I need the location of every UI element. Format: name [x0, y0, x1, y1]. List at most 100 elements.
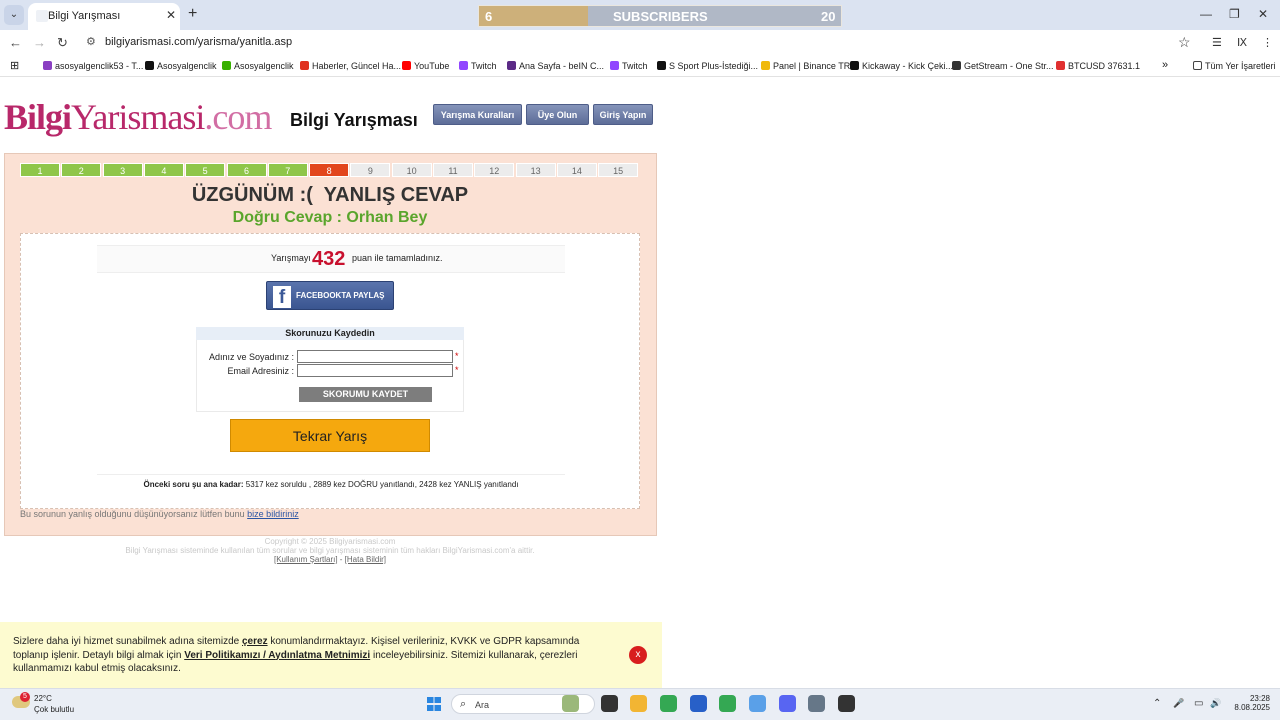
- bookmark-favicon-icon: [610, 61, 619, 70]
- bookmark-item[interactable]: GetStream - One Str...: [952, 61, 1054, 71]
- result-heading: ÜZGÜNÜM :( YANLIŞ CEVAP: [191, 184, 469, 206]
- bookmark-item[interactable]: YouTube: [402, 61, 449, 71]
- tab-close-icon[interactable]: ✕: [166, 8, 176, 22]
- widgets-icon[interactable]: [562, 695, 579, 712]
- bookmark-favicon-icon: [1056, 61, 1065, 70]
- obs-icon[interactable]: [838, 695, 855, 712]
- question-step-4: 4: [143, 163, 184, 177]
- email-required-mark: *: [455, 365, 459, 375]
- bookmark-item[interactable]: Twitch: [459, 61, 497, 71]
- bookmark-favicon-icon: [222, 61, 231, 70]
- error-report-link[interactable]: [Hata Bildir]: [345, 555, 386, 564]
- browser-menu-icon[interactable]: ⋮: [1262, 36, 1273, 49]
- discord-icon[interactable]: [779, 695, 796, 712]
- forward-icon[interactable]: →: [33, 35, 46, 50]
- tray-overflow-icon[interactable]: ⌃: [1153, 698, 1161, 709]
- bookmark-item[interactable]: Asosyalgenclik: [222, 61, 294, 71]
- question-step-5: 5: [185, 163, 226, 177]
- bookmark-item[interactable]: asosyalgenclik53 - T...: [43, 61, 143, 71]
- bookmark-favicon-icon: [657, 61, 666, 70]
- tab-list-icon[interactable]: ☰: [1212, 36, 1222, 49]
- bookmark-item[interactable]: S Sport Plus-İstediği...: [657, 61, 758, 71]
- settings-icon[interactable]: [808, 695, 825, 712]
- site-info-icon[interactable]: ⚙: [86, 35, 96, 48]
- stats-label: Önceki soru şu ana kadar:: [143, 480, 244, 489]
- cookie-banner: Sizlere daha iyi hizmet sunabilmek adına…: [0, 622, 662, 688]
- minimize-button[interactable]: —: [1200, 7, 1212, 21]
- chrome-profile-icon[interactable]: [719, 695, 736, 712]
- vpn-icon[interactable]: [749, 695, 766, 712]
- subscriber-current: 6: [485, 9, 493, 24]
- task-view-icon[interactable]: [601, 695, 618, 712]
- site-logo[interactable]: BilgiYarismasi.com: [4, 96, 272, 138]
- close-window-button[interactable]: ✕: [1258, 7, 1268, 21]
- footer-rights: Bilgi Yarışması sisteminde kullanılan tü…: [125, 546, 535, 555]
- bookmarks-bar: ⊞ asosyalgenclik53 - T... Asosyalgenclik…: [0, 57, 1280, 77]
- bookmark-favicon-icon: [145, 61, 154, 70]
- bookmark-item[interactable]: Ana Sayfa - beIN C...: [507, 61, 604, 71]
- privacy-policy-link[interactable]: Veri Politikamızı / Aydınlatma Metnimizi: [184, 650, 370, 661]
- report-text: Bu sorunun yanlış olduğunu düşünüyorsanı…: [20, 509, 299, 519]
- footer-links: [Kullanım Şartları] - [Hata Bildir]: [273, 555, 387, 564]
- email-field[interactable]: [297, 364, 453, 377]
- bookmark-item[interactable]: Haberler, Güncel Ha...: [300, 61, 401, 71]
- question-step-7: 7: [267, 163, 308, 177]
- bookmark-item[interactable]: Asosyalgenclik: [145, 61, 217, 71]
- bookmark-item[interactable]: Twitch: [610, 61, 648, 71]
- save-score-heading: Skorunuzu Kaydedin: [196, 327, 464, 340]
- network-icon[interactable]: ▭: [1194, 698, 1203, 709]
- save-score-button[interactable]: SKORUMU KAYDET: [299, 387, 432, 402]
- browser-tab-bar: ⌄ Bilgi Yarışması ✕ + 6 SUBSCRIBERS 20 —…: [0, 0, 1280, 30]
- bookmark-star-icon[interactable]: ☆: [1178, 34, 1191, 51]
- question-step-3: 3: [102, 163, 143, 177]
- chrome-icon[interactable]: [660, 695, 677, 712]
- all-bookmarks-folder[interactable]: Tüm Yer İşaretleri: [1193, 61, 1276, 71]
- name-label: Adınız ve Soyadınız :: [208, 352, 294, 362]
- question-stats: Önceki soru şu ana kadar: 5317 kez sorul…: [97, 474, 565, 494]
- apps-icon[interactable]: ⊞: [10, 59, 19, 72]
- question-progress: 1 2 3 4 5 6 7 8 9 10 11 12 13 14 15: [20, 163, 639, 177]
- login-button[interactable]: Giriş Yapın: [593, 104, 653, 125]
- question-step-14: 14: [556, 163, 597, 177]
- question-step-15: 15: [598, 163, 639, 177]
- tab-title: Bilgi Yarışması: [48, 10, 121, 22]
- search-icon: ⌕: [460, 698, 467, 710]
- store-icon[interactable]: [690, 695, 707, 712]
- reload-icon[interactable]: ↻: [57, 35, 68, 51]
- retry-button[interactable]: Tekrar Yarış: [230, 419, 430, 452]
- time: 23:28: [1249, 694, 1270, 703]
- facebook-share-button[interactable]: f FACEBOOKTA PAYLAŞ: [266, 281, 394, 310]
- stats-value: 5317 kez soruldu , 2889 kez DOĞRU yanıtl…: [243, 480, 519, 489]
- bookmarks-overflow-icon[interactable]: »: [1162, 59, 1168, 71]
- cookie-close-button[interactable]: x: [629, 646, 647, 664]
- score-value: 432: [312, 248, 346, 270]
- active-tab[interactable]: Bilgi Yarışması ✕: [28, 3, 180, 30]
- weather-condition: Çok bulutlu: [34, 705, 75, 714]
- rules-button[interactable]: Yarışma Kuralları: [433, 104, 522, 125]
- name-field[interactable]: [297, 350, 453, 363]
- terms-link[interactable]: [Kullanım Şartları]: [274, 555, 338, 564]
- report-link[interactable]: bize bildiriniz: [247, 509, 299, 519]
- volume-icon[interactable]: 🔊: [1210, 698, 1221, 709]
- url-field[interactable]: bilgiyarismasi.com/yarisma/yanitla.asp: [105, 36, 292, 48]
- bookmark-item[interactable]: BTCUSD 37631.1: [1056, 61, 1140, 71]
- restore-button[interactable]: ❐: [1229, 7, 1240, 21]
- register-button[interactable]: Üye Olun: [526, 104, 589, 125]
- bookmark-favicon-icon: [43, 61, 52, 70]
- subscriber-goal-widget: 6 SUBSCRIBERS 20: [478, 5, 842, 27]
- question-step-8: 8: [309, 163, 350, 177]
- new-tab-button[interactable]: +: [188, 5, 197, 23]
- back-icon[interactable]: ←: [9, 35, 22, 50]
- bookmark-item[interactable]: Kickaway - Kick Çeki...: [850, 61, 953, 71]
- profile-icon[interactable]: Ⅸ: [1237, 36, 1247, 49]
- subscriber-label: SUBSCRIBERS: [613, 9, 708, 24]
- folder-icon[interactable]: [630, 695, 647, 712]
- bookmark-favicon-icon: [300, 61, 309, 70]
- windows-start-icon[interactable]: [427, 697, 441, 711]
- bookmark-item[interactable]: Panel | Binance TR: [761, 61, 850, 71]
- tab-search-icon[interactable]: ⌄: [4, 5, 24, 25]
- cookie-link[interactable]: çerez: [242, 636, 268, 647]
- clock[interactable]: 23:28 8.08.2025: [1230, 694, 1270, 712]
- name-required-mark: *: [455, 351, 459, 361]
- microphone-icon[interactable]: 🎤: [1173, 698, 1184, 709]
